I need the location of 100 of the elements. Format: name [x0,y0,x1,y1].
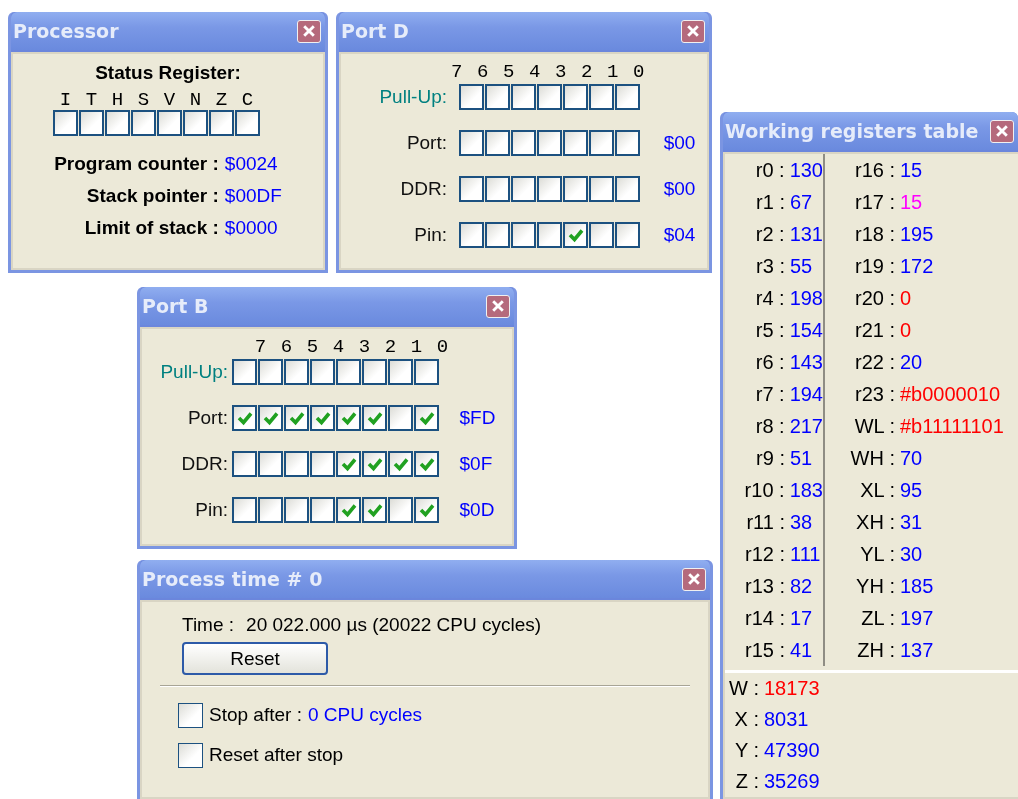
bit-checkbox[interactable] [336,497,361,523]
register-value: 0 [900,318,912,342]
close-button[interactable] [297,19,321,43]
flag-checkbox[interactable] [53,110,78,136]
register-value: 137 [900,638,934,662]
bit-checkbox[interactable] [589,84,614,110]
bit-checkbox[interactable] [615,222,640,248]
bit-checkbox[interactable] [362,497,387,523]
check-icon [339,455,358,473]
bit-checkbox[interactable] [589,130,614,156]
register-value: 95 [900,478,923,502]
bit-checkbox[interactable] [388,405,413,431]
bit-checkbox[interactable] [485,130,510,156]
flag-checkbox[interactable] [79,110,104,136]
bit-checkbox[interactable] [362,405,387,431]
bit-checkbox[interactable] [563,176,588,202]
register-name: r23 : [853,382,895,406]
bit-checkbox[interactable] [388,359,413,385]
register-name: r19 : [853,254,895,278]
bit-checkbox[interactable] [310,451,335,477]
bit-checkbox[interactable] [589,222,614,248]
bit-checkbox[interactable] [537,176,562,202]
bit-checkbox[interactable] [511,222,536,248]
bit-checkbox[interactable] [615,130,640,156]
register-value: #b11111101 [900,414,1004,438]
register-value: $0D [459,498,496,522]
register-value: 41 [790,638,813,662]
flag-checkbox[interactable] [157,110,182,136]
flag-checkbox[interactable] [235,110,260,136]
bit-checkbox[interactable] [537,130,562,156]
bit-checkbox[interactable] [388,451,413,477]
register-name: XL : [859,478,895,502]
bit-checkbox[interactable] [310,497,335,523]
bit-checkbox[interactable] [563,222,588,248]
close-button[interactable] [681,19,705,43]
bit-checkbox[interactable] [459,130,484,156]
window-title: Process time # 0 [142,568,323,590]
bit-checkbox[interactable] [459,84,484,110]
bit-checkbox[interactable] [459,222,484,248]
flag-checkbox[interactable] [183,110,208,136]
register-name: r6 : [754,350,785,374]
bit-checkbox[interactable] [232,497,257,523]
bit-checkbox[interactable] [362,359,387,385]
check-icon [339,409,358,427]
bit-checkbox[interactable] [414,405,439,431]
bit-checkbox[interactable] [563,130,588,156]
reset-button[interactable]: Reset [182,642,328,675]
bit-checkbox[interactable] [232,359,257,385]
close-button[interactable] [486,294,510,318]
bit-checkbox[interactable] [284,497,309,523]
bit-checkbox[interactable] [310,359,335,385]
register-name: r4 : [754,286,785,310]
bit-checkbox[interactable] [310,405,335,431]
row-label: Pin: [413,223,447,247]
bit-checkbox[interactable] [414,451,439,477]
bit-checkbox[interactable] [336,451,361,477]
row-label: Pin: [194,498,228,522]
flag-checkbox[interactable] [131,110,156,136]
flag-checkbox[interactable] [209,110,234,136]
bit-checkbox[interactable] [511,84,536,110]
bit-checkbox[interactable] [232,451,257,477]
bit-checkbox[interactable] [414,497,439,523]
bit-checkbox[interactable] [414,359,439,385]
bit-checkbox[interactable] [284,405,309,431]
bit-checkbox[interactable] [511,130,536,156]
bit-number: 2 [579,62,594,82]
option-checkbox[interactable] [178,702,203,728]
flag-checkbox[interactable] [105,110,130,136]
row-label: DDR: [399,177,447,201]
bit-checkbox[interactable] [336,359,361,385]
bit-checkbox[interactable] [258,359,283,385]
bit-checkbox[interactable] [459,176,484,202]
bit-checkbox[interactable] [589,176,614,202]
row-label: Port: [405,131,447,155]
bit-checkbox[interactable] [485,176,510,202]
bit-checkbox[interactable] [284,359,309,385]
bit-checkbox[interactable] [336,405,361,431]
bit-checkbox[interactable] [537,84,562,110]
bit-checkbox[interactable] [258,405,283,431]
close-button[interactable] [682,567,706,591]
close-button[interactable] [990,119,1014,143]
bit-checkbox[interactable] [258,497,283,523]
bit-checkbox[interactable] [537,222,562,248]
bit-checkbox[interactable] [362,451,387,477]
option-label: Reset after stop [209,744,344,766]
register-name: r12 : [743,542,785,566]
bit-checkbox[interactable] [563,84,588,110]
bit-checkbox[interactable] [284,451,309,477]
bit-checkbox[interactable] [485,84,510,110]
option-checkbox[interactable] [178,742,203,768]
bit-checkbox[interactable] [258,451,283,477]
bit-checkbox[interactable] [511,176,536,202]
bit-checkbox[interactable] [485,222,510,248]
bit-checkbox[interactable] [232,405,257,431]
bit-checkbox[interactable] [615,84,640,110]
bit-checkbox[interactable] [388,497,413,523]
register-value: 111 [790,542,821,566]
register-value: 8031 [764,708,809,731]
bit-checkbox[interactable] [615,176,640,202]
close-icon [688,573,700,585]
